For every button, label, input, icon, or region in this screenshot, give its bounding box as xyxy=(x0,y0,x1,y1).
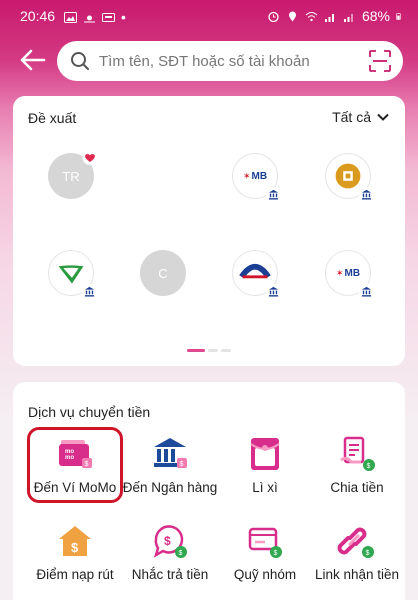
services-title: Dịch vụ chuyển tiền xyxy=(28,404,151,420)
status-bar: 20:46 • 68% xyxy=(0,0,418,30)
momo-wallet-icon: mo mo $ xyxy=(59,440,92,468)
page-dot-active xyxy=(187,349,205,352)
signal-2-icon xyxy=(343,13,353,22)
back-arrow-icon[interactable] xyxy=(18,46,48,74)
qr-scan-icon[interactable] xyxy=(369,50,391,72)
search-input[interactable] xyxy=(99,49,349,73)
chevron-down-icon xyxy=(377,113,389,121)
page-dot xyxy=(208,349,218,352)
keyboard-icon xyxy=(102,12,115,22)
service-label: Quỹ nhóm xyxy=(233,567,297,582)
dot-icon: • xyxy=(121,9,126,25)
svg-text:$: $ xyxy=(366,550,370,557)
svg-text:$: $ xyxy=(164,534,171,548)
service-receive-link[interactable]: $ Link nhận tiền xyxy=(309,521,405,583)
service-label: Nhắc trả tiền xyxy=(131,567,209,582)
service-to-momo-wallet[interactable]: mo mo $ Đến Ví MoMo xyxy=(27,434,123,496)
page-dot xyxy=(221,349,231,352)
svg-text:$: $ xyxy=(71,540,79,555)
service-split-bill[interactable]: $ Chia tiền xyxy=(309,434,405,496)
search-bar[interactable] xyxy=(57,41,403,81)
bank-icon: $ xyxy=(154,438,187,468)
svg-text:$: $ xyxy=(180,461,184,468)
wifi-icon xyxy=(305,11,318,21)
battery-icon xyxy=(396,12,401,20)
service-lucky-money[interactable]: Lì xì xyxy=(217,434,313,496)
svg-text:$: $ xyxy=(367,463,371,470)
bank-badge-icon xyxy=(266,187,281,202)
service-label: Link nhận tiền xyxy=(314,567,400,582)
service-label: Đến Ví MoMo xyxy=(33,480,117,495)
group-fund-icon: $ xyxy=(248,527,282,558)
svg-text:$: $ xyxy=(274,550,278,557)
bank-badge-icon xyxy=(359,187,374,202)
see-all-button[interactable]: Tất cả xyxy=(332,109,389,125)
location-icon xyxy=(288,11,296,21)
page-indicator xyxy=(187,349,231,352)
contact-c[interactable]: C xyxy=(140,250,186,296)
contact-bank-gold[interactable] xyxy=(325,153,374,202)
svg-text:$: $ xyxy=(179,550,183,557)
service-label: Lì xì xyxy=(252,480,278,495)
heart-icon xyxy=(82,150,98,165)
suggestions-card: Đề xuất Tất cả TR ✶ MB C ✶ MB xyxy=(13,96,405,366)
service-group-fund[interactable]: $ Quỹ nhóm xyxy=(217,521,313,583)
avatar: C xyxy=(140,250,186,296)
bank-badge-icon xyxy=(266,284,281,299)
gallery-icon xyxy=(64,11,77,23)
service-to-bank[interactable]: $ Đến Ngân hàng xyxy=(122,434,218,496)
contact-bank-mb-2[interactable]: ✶ MB xyxy=(325,250,374,299)
contact-tr[interactable]: TR xyxy=(48,150,98,199)
status-time: 20:46 xyxy=(20,8,56,24)
service-cash-points[interactable]: $ Điểm nạp rút xyxy=(27,521,123,583)
svg-text:$: $ xyxy=(85,461,89,468)
contact-bank-blue[interactable] xyxy=(232,250,281,299)
red-envelope-icon xyxy=(250,438,280,470)
search-icon xyxy=(71,52,89,70)
bank-badge-icon xyxy=(82,284,97,299)
svg-text:mo: mo xyxy=(65,455,74,461)
service-payment-reminder[interactable]: $ $ Nhắc trả tiền xyxy=(122,521,218,583)
signal-icon xyxy=(324,13,334,22)
contact-bank-green[interactable] xyxy=(48,250,97,299)
link-icon: $ xyxy=(337,527,374,558)
house-money-icon: $ xyxy=(59,526,91,556)
contact-bank-mb-1[interactable]: ✶ MB xyxy=(232,153,281,202)
service-label: Đến Ngân hàng xyxy=(122,480,218,495)
bank-badge-icon xyxy=(359,284,374,299)
see-all-label: Tất cả xyxy=(332,109,371,125)
service-label: Điểm nạp rút xyxy=(36,567,114,582)
split-bill-icon: $ xyxy=(340,436,375,471)
alarm-icon xyxy=(268,11,279,22)
payment-reminder-icon: $ $ xyxy=(153,525,187,558)
service-label: Chia tiền xyxy=(330,480,384,495)
weather-icon xyxy=(84,15,95,22)
transfer-services-card: Dịch vụ chuyển tiền mo mo $ Đến Ví MoMo … xyxy=(13,382,405,600)
suggestions-title: Đề xuất xyxy=(28,110,77,126)
battery-level: 68% xyxy=(361,8,390,24)
